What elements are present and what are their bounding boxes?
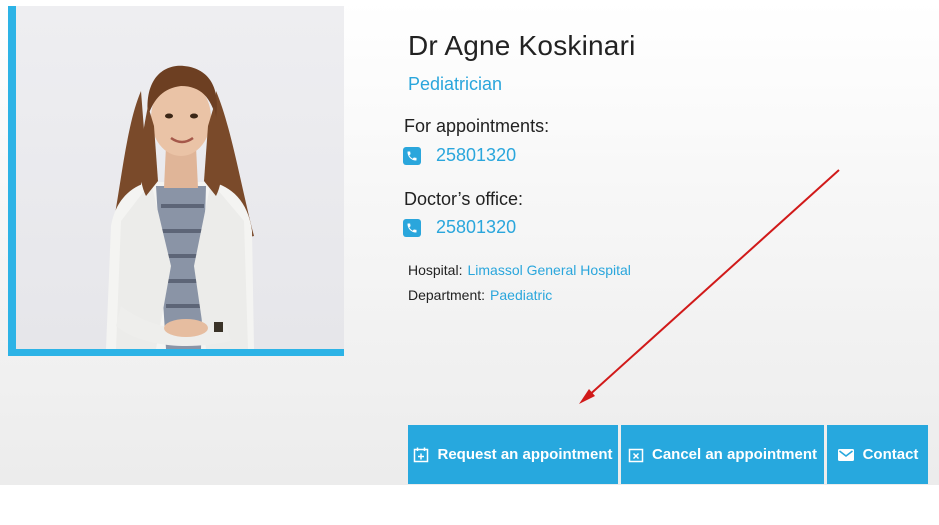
appointments-label: For appointments: bbox=[404, 116, 550, 136]
doctor-photo bbox=[16, 6, 344, 349]
doctor-specialty[interactable]: Pediatrician bbox=[408, 74, 502, 95]
appointments-phone-row[interactable]: 25801320 bbox=[403, 145, 516, 166]
office-label: Doctor’s office: bbox=[404, 189, 524, 209]
envelope-icon bbox=[837, 447, 855, 463]
phone-icon bbox=[403, 146, 421, 165]
department-label: Department: bbox=[408, 287, 486, 303]
department-row: Department: Paediatric bbox=[408, 287, 552, 303]
contact-button[interactable]: Contact bbox=[827, 425, 928, 484]
appointments-phone[interactable]: 25801320 bbox=[436, 145, 516, 166]
phone-icon bbox=[403, 218, 421, 237]
cancel-appointment-label: Cancel an appointment bbox=[651, 446, 818, 463]
hospital-label: Hospital: bbox=[408, 262, 463, 278]
cancel-appointment-button[interactable]: Cancel an appointment bbox=[621, 425, 824, 484]
hospital-row: Hospital: Limassol General Hospital bbox=[408, 262, 631, 278]
calendar-add-icon bbox=[413, 447, 429, 463]
office-phone-row[interactable]: 25801320 bbox=[403, 217, 516, 238]
request-appointment-label: Request an appointment bbox=[437, 446, 613, 463]
request-appointment-button[interactable]: Request an appointment bbox=[408, 425, 618, 484]
doctor-profile-page: Dr Agne Koskinari Pediatrician For appoi… bbox=[0, 0, 939, 525]
photo-frame bbox=[8, 6, 344, 356]
hospital-link[interactable]: Limassol General Hospital bbox=[467, 262, 630, 278]
department-link[interactable]: Paediatric bbox=[490, 287, 552, 303]
office-phone[interactable]: 25801320 bbox=[436, 217, 516, 238]
calendar-x-icon bbox=[628, 447, 644, 463]
doctor-name: Dr Agne Koskinari bbox=[408, 30, 636, 61]
contact-label: Contact bbox=[862, 446, 919, 463]
